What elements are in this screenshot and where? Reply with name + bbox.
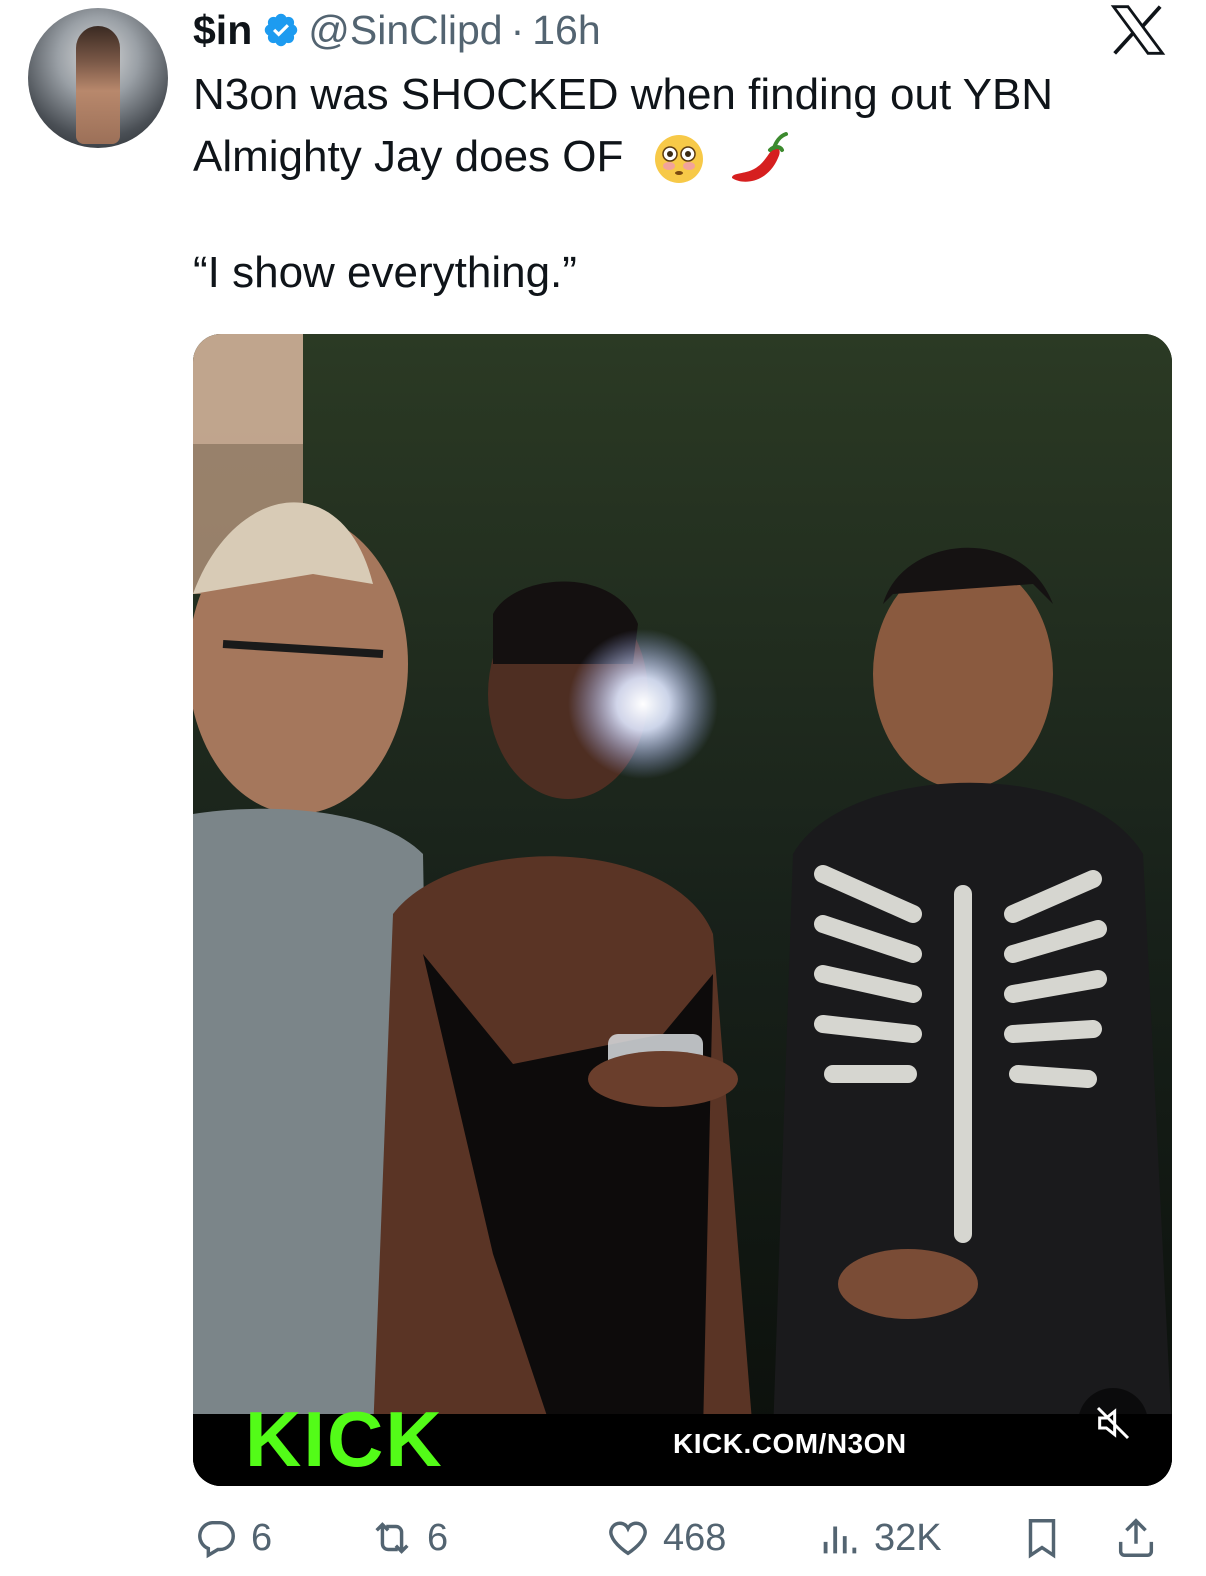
- profile-avatar[interactable]: [28, 8, 168, 148]
- video-player[interactable]: KICK KICK.COM/N3ON: [193, 334, 1172, 1486]
- flushed-face-icon: [654, 135, 703, 184]
- display-name[interactable]: $in: [193, 7, 252, 54]
- tweet-text: N3on was SHOCKED when finding out YBN Al…: [193, 64, 1153, 190]
- reply-icon: [198, 1520, 235, 1559]
- reply-button[interactable]: 6: [193, 1508, 272, 1568]
- mute-button[interactable]: [1078, 1388, 1148, 1458]
- share-icon: [1118, 1518, 1154, 1557]
- timestamp[interactable]: 16h: [532, 7, 600, 54]
- repost-count: 6: [427, 1516, 449, 1559]
- tweet-text-line-2-row: Almighty Jay does OF: [193, 126, 1153, 190]
- user-handle[interactable]: @SinClipd: [308, 7, 502, 54]
- share-button[interactable]: [1113, 1508, 1171, 1568]
- heart-icon: [609, 1521, 647, 1556]
- verified-badge-icon: [265, 13, 298, 47]
- reply-count: 6: [251, 1516, 273, 1559]
- x-logo-icon: [1110, 5, 1166, 55]
- tweet-text-line-1: N3on was SHOCKED when finding out YBN: [193, 70, 1054, 119]
- hot-pepper-icon: [731, 132, 788, 183]
- bookmark-button[interactable]: [1019, 1508, 1077, 1568]
- views-chart-icon: [823, 1526, 857, 1554]
- tweet-actions: 6 6 468 32K: [193, 1508, 1172, 1568]
- views-count: 32K: [874, 1516, 942, 1559]
- kick-url: KICK.COM/N3ON: [673, 1428, 907, 1459]
- repost-button[interactable]: 6: [369, 1508, 448, 1568]
- speaker-muted-icon: [1096, 1406, 1130, 1440]
- like-count: 468: [663, 1516, 727, 1559]
- repost-icon: [375, 1522, 409, 1554]
- separator-dot: ·: [510, 6, 525, 53]
- like-button[interactable]: 468: [605, 1508, 726, 1568]
- tweet-header: $in @SinClipd · 16h: [193, 6, 601, 54]
- avatar-figure: [76, 26, 120, 144]
- tweet-text-line-2: Almighty Jay does OF: [193, 132, 624, 181]
- tweet-quote: “I show everything.”: [193, 248, 577, 297]
- kick-logo: KICK: [245, 1395, 444, 1483]
- video-frame: KICK: [193, 334, 1172, 1486]
- bookmark-icon: [1028, 1519, 1056, 1559]
- views-button[interactable]: 32K: [816, 1508, 942, 1568]
